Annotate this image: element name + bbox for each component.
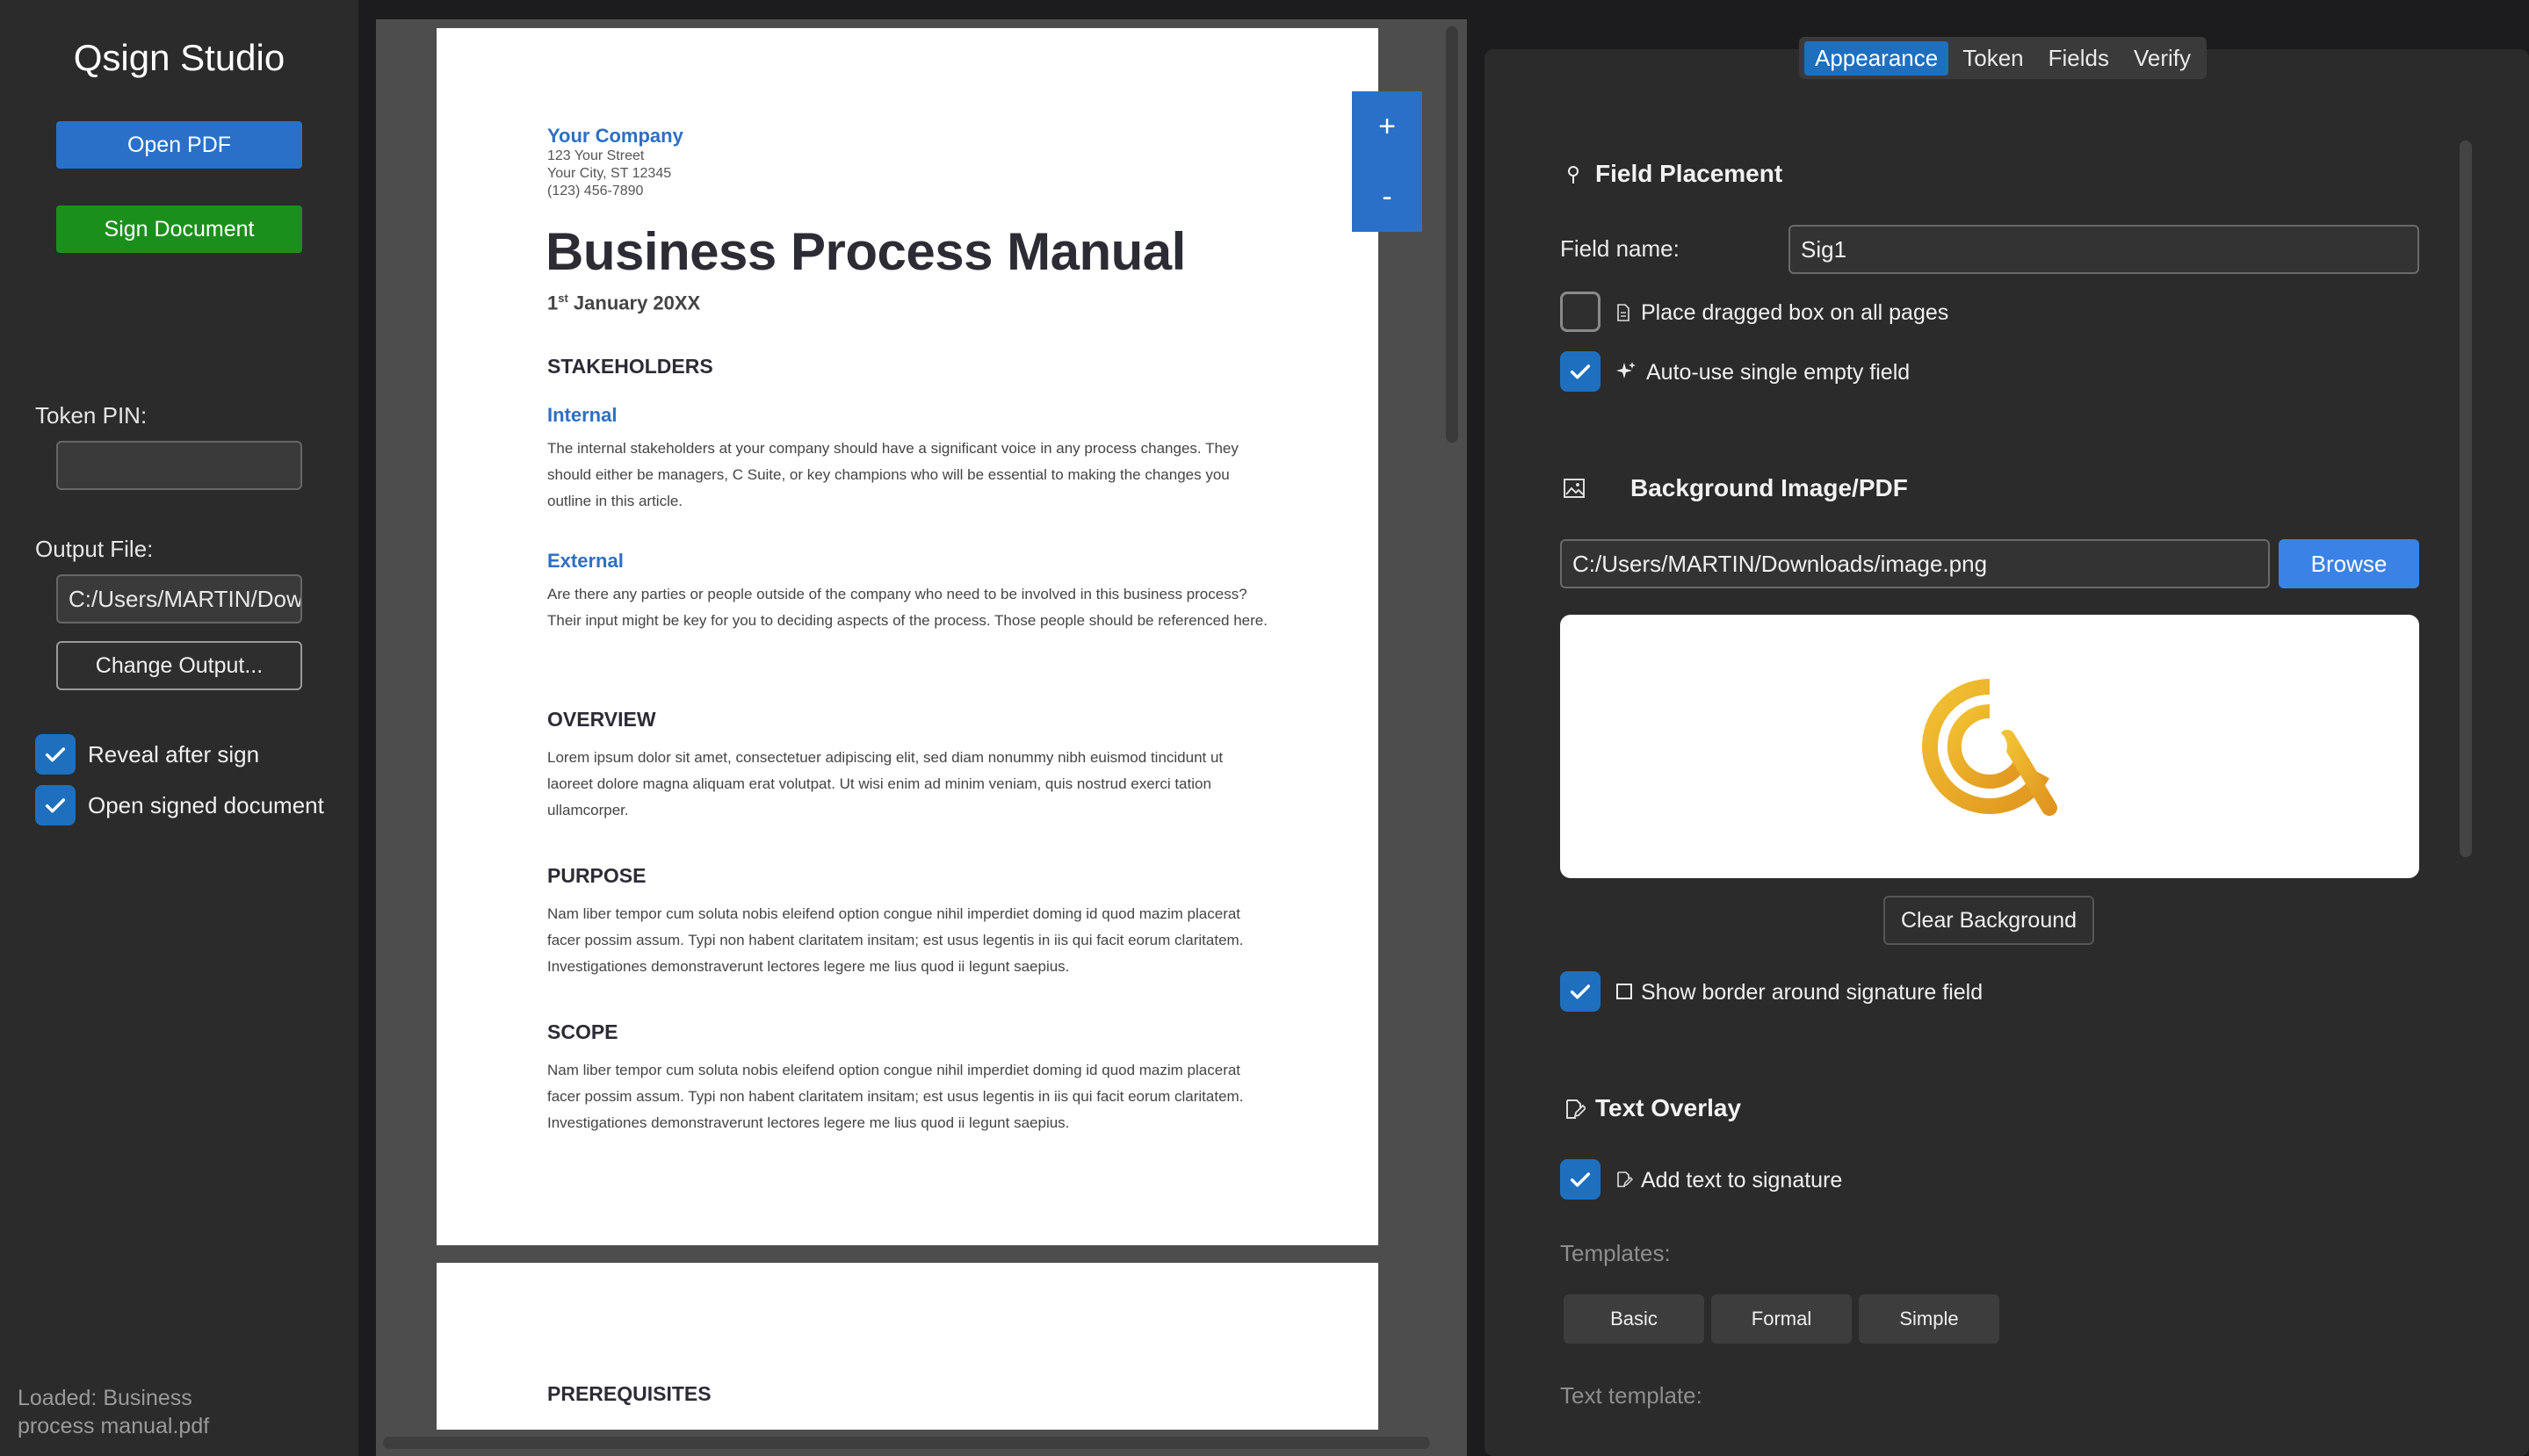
status-line: Loaded: Business (18, 1386, 192, 1410)
subsection-heading: External (547, 550, 624, 572)
vertical-scrollbar[interactable] (1446, 26, 1458, 443)
app-title: Qsign Studio (73, 37, 285, 78)
show-border-label: Show border around signature field (1641, 980, 1983, 1005)
document-title: Business Process Manual (546, 222, 1186, 281)
add-text-checkbox[interactable] (1560, 1159, 1600, 1200)
subsection-heading: Internal (547, 404, 618, 426)
output-file-input[interactable]: C:/Users/MARTIN/Dow (56, 574, 302, 623)
paragraph: Nam liber tempor cum soluta nobis eleife… (547, 905, 1244, 975)
document-date: 1st January 20XX (547, 292, 700, 314)
zoom-controls: + - (1352, 91, 1422, 232)
place-all-pages-checkbox[interactable] (1560, 292, 1600, 332)
auto-use-empty-checkbox[interactable] (1560, 351, 1600, 392)
section-heading: SCOPE (547, 1020, 618, 1043)
address-line: Your City, ST 12345 (547, 166, 672, 181)
template-simple-button[interactable]: Simple (1859, 1294, 1999, 1344)
token-pin-label: Token PIN: (35, 402, 148, 429)
open-pdf-button[interactable]: Open PDF (56, 121, 302, 169)
checkmark-icon (1570, 984, 1591, 999)
paragraph: The internal stakeholders at your compan… (547, 440, 1239, 509)
horizontal-scrollbar[interactable] (383, 1437, 1430, 1449)
section-heading: STAKEHOLDERS (547, 355, 713, 378)
paragraph: Nam liber tempor cum soluta nobis eleife… (547, 1062, 1244, 1131)
text-template-label: Text template: (1560, 1382, 1702, 1409)
show-border-checkbox[interactable] (1560, 971, 1600, 1012)
document-viewer[interactable]: Your Company 123 Your Street Your City, … (376, 19, 1467, 1456)
document-icon (1615, 302, 1632, 323)
pdf-page-2: PREREQUISITES (437, 1263, 1378, 1430)
settings-scrollbar[interactable] (2460, 141, 2472, 857)
qsign-logo-image (1919, 676, 2060, 817)
field-name-input[interactable]: Sig1 (1788, 225, 2419, 274)
checkmark-icon (45, 798, 66, 813)
add-text-label: Add text to signature (1641, 1168, 1843, 1193)
template-basic-button[interactable]: Basic (1564, 1294, 1704, 1344)
status-line: process manual.pdf (18, 1414, 210, 1438)
pdf-page-1: Your Company 123 Your Street Your City, … (437, 28, 1378, 1245)
field-name-label: Field name: (1560, 235, 1680, 262)
output-file-label: Output File: (35, 536, 154, 562)
company-address: 123 Your Street Your City, ST 12345 (123… (547, 148, 671, 200)
place-all-pages-label: Place dragged box on all pages (1641, 300, 1949, 325)
sidebar: Qsign Studio Open PDF Sign Document Toke… (0, 0, 358, 1456)
square-icon (1615, 982, 1634, 1001)
browse-button[interactable]: Browse (2279, 539, 2419, 588)
open-signed-document-label: Open signed document (88, 792, 324, 818)
reveal-after-sign-checkbox[interactable] (35, 734, 76, 775)
token-pin-input[interactable] (56, 441, 302, 490)
background-preview (1560, 615, 2419, 878)
tab-token[interactable]: Token (1952, 41, 2034, 76)
paragraph: Lorem ipsum dolor sit amet, consectetuer… (547, 749, 1224, 818)
tab-verify[interactable]: Verify (2123, 41, 2201, 76)
edit-icon (1615, 1170, 1634, 1189)
company-name: Your Company (547, 125, 683, 147)
sign-document-button[interactable]: Sign Document (56, 205, 302, 253)
background-title: Background Image/PDF (1630, 474, 1908, 501)
reveal-after-sign-label: Reveal after sign (88, 741, 260, 768)
change-output-button[interactable]: Change Output... (56, 641, 302, 690)
background-path-input[interactable]: C:/Users/MARTIN/Downloads/image.png (1560, 539, 2270, 588)
zoom-out-button[interactable]: - (1352, 162, 1422, 232)
date-day: 1 (547, 292, 559, 314)
field-placement-title: Field Placement (1595, 160, 1783, 187)
tab-fields[interactable]: Fields (2038, 41, 2120, 76)
date-suffix: st (558, 292, 568, 305)
open-signed-document-checkbox[interactable] (35, 785, 76, 825)
auto-use-empty-label: Auto-use single empty field (1646, 360, 1911, 385)
edit-document-icon (1564, 1098, 1586, 1121)
phone-line: (123) 456-7890 (547, 184, 644, 198)
pin-icon (1564, 163, 1583, 186)
date-rest: January 20XX (567, 292, 701, 314)
address-line: 123 Your Street (547, 148, 645, 163)
image-icon (1562, 476, 1586, 501)
sparkle-icon (1615, 360, 1637, 383)
checkmark-icon (1570, 364, 1591, 379)
templates-label: Templates: (1560, 1240, 1671, 1266)
section-heading: PURPOSE (547, 864, 647, 887)
text-overlay-title: Text Overlay (1595, 1094, 1742, 1121)
paragraph: Are there any parties or people outside … (547, 586, 1268, 629)
section-heading: OVERVIEW (547, 708, 656, 731)
tab-appearance[interactable]: Appearance (1804, 40, 1949, 76)
status-text: Loaded: Business process manual.pdf (18, 1384, 209, 1440)
tab-bar: Appearance Token Fields Verify (1799, 37, 2207, 79)
checkmark-icon (1570, 1172, 1591, 1187)
zoom-in-button[interactable]: + (1352, 91, 1422, 162)
section-heading: PREREQUISITES (547, 1382, 712, 1405)
checkmark-icon (45, 747, 66, 762)
clear-background-button[interactable]: Clear Background (1883, 896, 2094, 945)
template-formal-button[interactable]: Formal (1711, 1294, 1852, 1344)
